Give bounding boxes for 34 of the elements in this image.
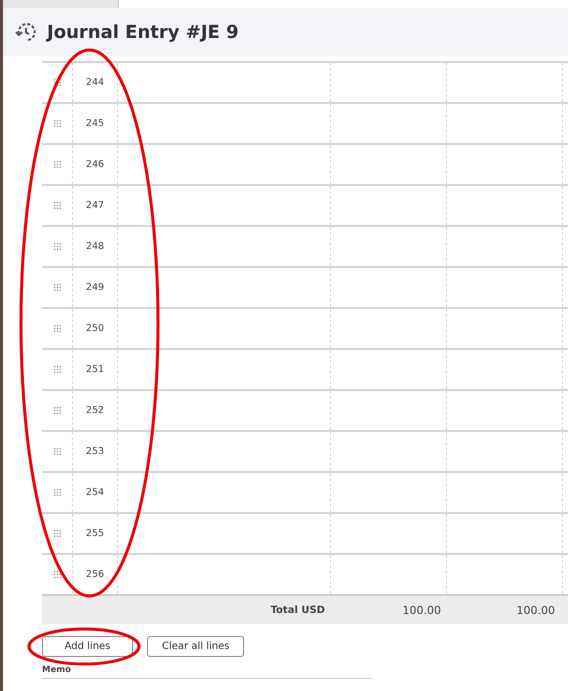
drag-handle-icon[interactable] [54, 325, 60, 332]
total-debit: 100.00 [402, 604, 441, 616]
drag-handle-icon[interactable] [54, 284, 60, 291]
line-number: 256 [86, 569, 104, 580]
line-number: 249 [86, 282, 104, 293]
total-credit: 100.00 [516, 604, 555, 616]
line-number: 244 [86, 77, 104, 88]
drag-handle-icon[interactable] [54, 530, 60, 537]
line-number: 248 [86, 241, 104, 252]
drag-handle-icon[interactable] [54, 161, 60, 168]
drag-handle-icon[interactable] [54, 407, 60, 414]
line-number: 247 [86, 200, 104, 211]
line-number: 246 [86, 159, 104, 170]
drag-handle-icon[interactable] [54, 202, 60, 209]
drag-handle-icon[interactable] [54, 489, 60, 496]
line-number: 251 [86, 364, 104, 375]
page-title: Journal Entry #JE 9 [47, 22, 239, 42]
drag-handle-icon[interactable] [54, 448, 60, 455]
total-label: Total USD [270, 604, 325, 616]
line-number: 253 [86, 446, 104, 457]
drag-handle-icon[interactable] [54, 120, 60, 127]
drag-handle-icon[interactable] [54, 366, 60, 373]
drag-handle-icon[interactable] [54, 243, 60, 250]
action-button[interactable]: Clear all lines [147, 636, 244, 657]
line-number: 255 [86, 528, 104, 539]
memo-label: Memo [42, 665, 72, 676]
history-icon [15, 21, 37, 43]
line-number: 254 [86, 487, 104, 498]
action-button[interactable]: Add lines [42, 636, 133, 657]
line-number: 252 [86, 405, 104, 416]
line-number: 250 [86, 323, 104, 334]
drag-handle-icon[interactable] [54, 571, 60, 578]
drag-handle-icon[interactable] [54, 79, 60, 86]
line-number: 245 [86, 118, 104, 129]
